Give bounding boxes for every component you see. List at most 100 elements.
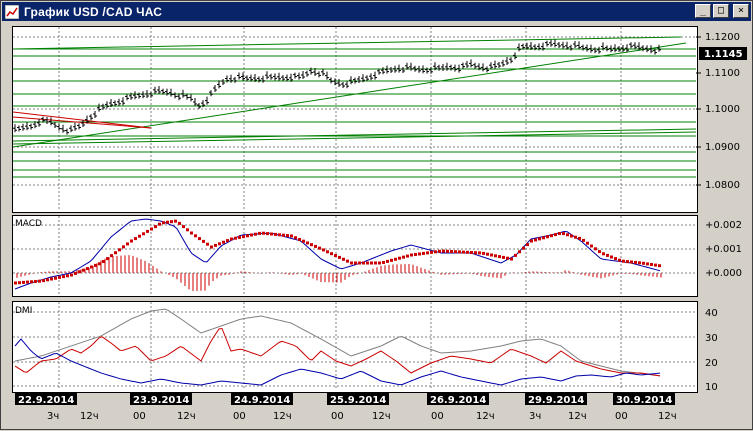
signal-point — [186, 228, 189, 232]
signal-point — [366, 261, 369, 265]
signal-point — [578, 236, 581, 240]
signal-point — [602, 252, 605, 256]
signal-point — [502, 255, 505, 259]
signal-point — [42, 279, 45, 283]
signal-point — [438, 249, 441, 253]
signal-point — [218, 242, 221, 246]
signal-point — [114, 251, 117, 255]
signal-point — [518, 250, 521, 254]
signal-point — [26, 280, 29, 284]
signal-point — [554, 233, 557, 237]
signal-point — [478, 251, 481, 255]
hour-label: 3ч — [529, 411, 541, 422]
signal-point — [246, 234, 249, 238]
signal-point — [434, 250, 437, 254]
signal-point — [134, 237, 137, 241]
signal-point — [514, 253, 517, 257]
signal-point — [174, 219, 177, 223]
hour-label: 00 — [331, 411, 344, 422]
signal-point — [230, 237, 233, 241]
signal-point — [570, 234, 573, 238]
signal-point — [202, 239, 205, 243]
signal-point — [594, 247, 597, 251]
macd-grid — [13, 216, 696, 294]
signal-point — [182, 225, 185, 229]
signal-point — [318, 246, 321, 250]
signal-point — [242, 235, 245, 239]
signal-point — [462, 250, 465, 254]
signal-point — [626, 260, 629, 264]
signal-point — [294, 236, 297, 240]
signal-point — [422, 251, 425, 255]
signal-point — [654, 263, 657, 267]
macd-tick: +0.000 — [705, 268, 742, 279]
signal-point — [574, 235, 577, 239]
price-bars — [13, 39, 661, 135]
signal-point — [226, 239, 229, 243]
signal-point — [350, 261, 353, 265]
hour-label: 00 — [233, 411, 246, 422]
signal-point — [378, 261, 381, 265]
dmi-axis: 40 30 20 10 — [705, 308, 718, 393]
signal-point — [74, 271, 77, 275]
signal-point — [98, 262, 101, 266]
signal-point — [542, 236, 545, 240]
signal-point — [538, 237, 541, 241]
signal-point — [534, 238, 537, 242]
signal-point — [606, 253, 609, 257]
hour-label: 12ч — [80, 411, 99, 422]
chart-canvas: 1.1200 1.1100 1.1000 1.0900 1.0800 1.114… — [12, 27, 747, 422]
signal-point — [510, 257, 513, 261]
date-label: 24.9.2014 — [234, 395, 290, 406]
signal-point — [638, 261, 641, 265]
signal-point — [546, 235, 549, 239]
signal-point — [206, 242, 209, 246]
signal-point — [354, 261, 357, 265]
signal-point — [630, 260, 633, 264]
signal-point — [138, 234, 141, 238]
dmi-tick: 20 — [705, 358, 718, 369]
signal-point — [34, 279, 37, 283]
support-lines — [13, 48, 696, 178]
hour-label: 12ч — [273, 411, 292, 422]
signal-point — [306, 241, 309, 245]
signal-point — [458, 250, 461, 254]
signal-point — [326, 250, 329, 254]
dmi-tick: 30 — [705, 333, 718, 344]
signal-point — [106, 257, 109, 261]
signal-point — [470, 251, 473, 254]
signal-point — [234, 236, 237, 240]
signal-point — [494, 254, 497, 258]
signal-point — [590, 244, 593, 248]
signal-point — [210, 245, 213, 249]
signal-point — [146, 229, 149, 233]
resistance-lines — [12, 111, 152, 129]
signal-point — [410, 253, 413, 257]
signal-point — [102, 260, 105, 264]
signal-point — [406, 254, 409, 258]
signal-point — [506, 256, 509, 260]
signal-point — [418, 252, 421, 256]
hour-label: 12ч — [372, 411, 391, 422]
signal-point — [50, 277, 53, 281]
signal-point — [598, 250, 601, 254]
signal-point — [398, 256, 401, 260]
signal-point — [158, 222, 161, 226]
hour-label: 12ч — [177, 411, 196, 422]
signal-point — [390, 258, 393, 262]
signal-point — [446, 249, 449, 253]
signal-point — [610, 255, 613, 259]
signal-point — [622, 259, 625, 263]
signal-point — [498, 255, 501, 259]
signal-point — [14, 281, 17, 285]
signal-point — [274, 232, 277, 236]
signal-point — [22, 280, 25, 284]
signal-point — [110, 254, 113, 258]
dmi-tick: 10 — [705, 382, 718, 393]
hour-label: 00 — [133, 411, 146, 422]
signal-point — [286, 234, 289, 238]
signal-point — [30, 280, 33, 284]
signal-point — [166, 220, 169, 224]
price-tick: 1.0900 — [705, 142, 740, 153]
signal-point — [646, 262, 649, 266]
